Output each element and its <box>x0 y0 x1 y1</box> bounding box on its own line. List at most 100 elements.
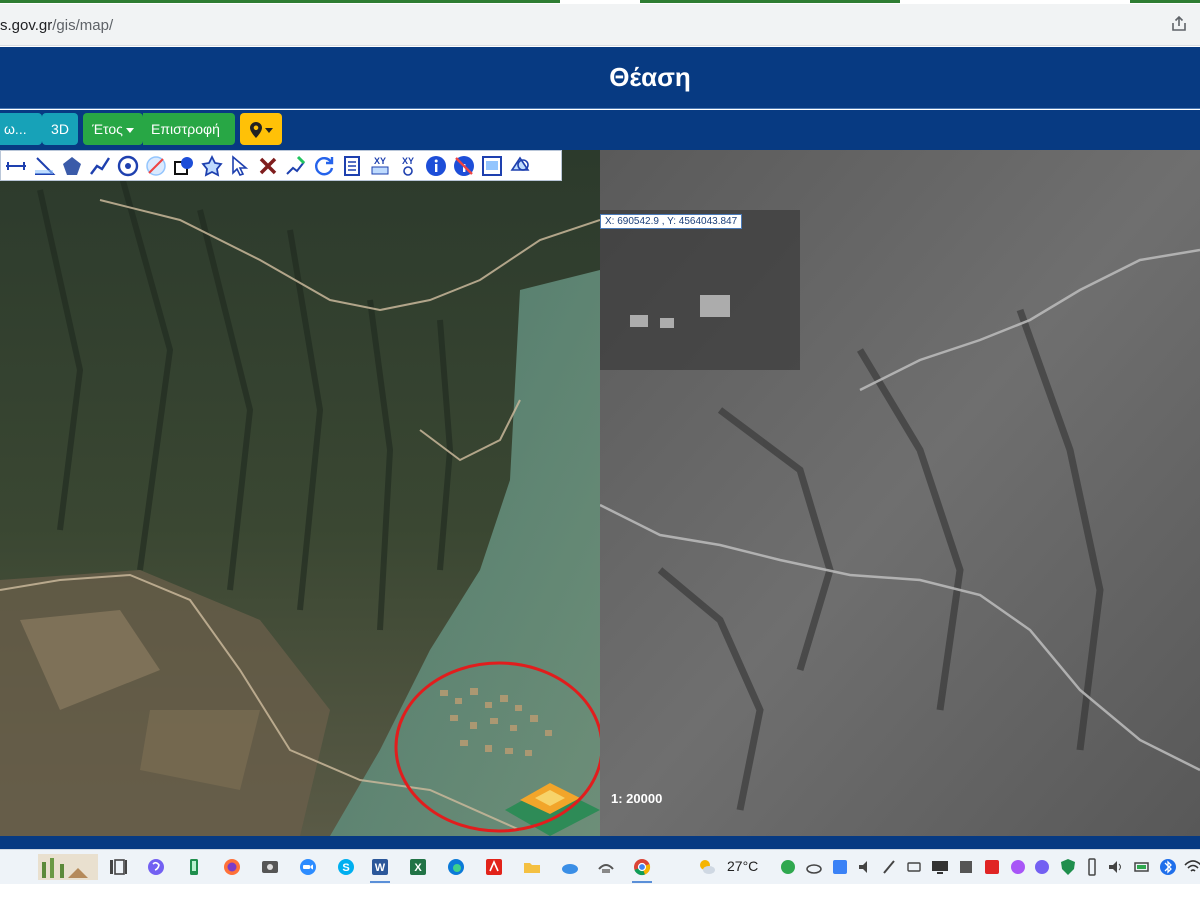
return-button[interactable]: Επιστροφή <box>143 113 235 145</box>
svg-text:S: S <box>342 862 349 874</box>
year-dropdown-label: Έτος <box>92 121 123 137</box>
chevron-down-icon <box>264 127 273 133</box>
address-bar[interactable]: s.gov.gr/gis/map/ <box>0 4 1200 46</box>
usb-device-icon[interactable] <box>956 857 976 877</box>
acrobat-icon[interactable] <box>484 857 504 877</box>
main-toolbar: ω... 3D Έτος Επιστροφή <box>0 110 1200 165</box>
document-tool[interactable] <box>339 153 365 179</box>
satellite-map-current[interactable] <box>0 150 600 836</box>
svg-text:XY: XY <box>374 156 386 166</box>
zoom-icon[interactable] <box>298 857 318 877</box>
polyline-icon <box>90 156 111 175</box>
measure-angle-icon <box>35 156 56 175</box>
document-icon <box>344 155 360 176</box>
3d-button-label: 3D <box>51 121 69 137</box>
return-button-label: Επιστροφή <box>151 121 220 137</box>
volume-icon[interactable] <box>856 857 876 877</box>
delete-icon <box>259 157 277 174</box>
drawing-tools-bar: XY XY <box>0 150 562 181</box>
weather-app-icon[interactable] <box>560 857 580 877</box>
3d-button[interactable]: 3D <box>42 113 78 145</box>
map-view[interactable] <box>0 150 1200 836</box>
app-header: Θέαση <box>0 47 1200 109</box>
page-title: Θέαση <box>609 62 691 92</box>
cloud-icon[interactable] <box>804 857 824 877</box>
antivirus-icon[interactable] <box>982 857 1002 877</box>
star-polygon-tool[interactable] <box>199 153 225 179</box>
usb-drive-icon[interactable] <box>1082 857 1102 877</box>
speaker-icon[interactable] <box>1106 857 1126 877</box>
erase-shape-tool[interactable] <box>143 153 169 179</box>
measure-angle-tool[interactable] <box>31 153 57 179</box>
circle-icon <box>117 155 139 176</box>
monitor-icon[interactable] <box>930 857 950 877</box>
xy-coordinates-icon: XY <box>371 156 389 174</box>
info-tool[interactable] <box>423 153 449 179</box>
chevron-down-icon <box>125 127 134 133</box>
circle-tool[interactable] <box>115 153 141 179</box>
firefox-icon[interactable] <box>222 857 242 877</box>
viber-tray-icon[interactable] <box>1032 857 1052 877</box>
battery-icon[interactable] <box>1132 857 1152 877</box>
edit-vertices-icon <box>286 155 306 175</box>
chrome-icon[interactable] <box>632 857 652 877</box>
historical-aerial-map[interactable] <box>600 150 1200 836</box>
view-mode-label: ω... <box>4 121 27 137</box>
layers-icon <box>510 156 530 171</box>
measure-distance-tool[interactable] <box>3 153 29 179</box>
polygon-tool[interactable] <box>59 153 85 179</box>
desktop-widget-icon[interactable] <box>38 854 98 880</box>
security-shield-icon[interactable] <box>1058 857 1078 877</box>
xy-coordinates-tool[interactable]: XY <box>367 153 393 179</box>
map-pin-icon <box>249 122 262 139</box>
layers-tool[interactable] <box>507 153 533 179</box>
url-domain: s.gov.gr <box>0 17 53 34</box>
edge-icon[interactable] <box>446 857 466 877</box>
print-tool[interactable] <box>479 153 505 179</box>
url-path: /gis/map/ <box>52 17 114 34</box>
location-dropdown[interactable] <box>240 113 282 145</box>
screen-edge <box>0 884 1200 900</box>
cursor-coordinates: X: 690542.9 , Y: 4564043.847 <box>600 214 743 229</box>
network-app-icon[interactable] <box>596 857 616 877</box>
map-scale: 1: 20000 <box>611 791 663 806</box>
xy-goto-tool[interactable]: XY <box>395 153 421 179</box>
svg-text:W: W <box>375 862 386 874</box>
xy-goto-icon: XY <box>402 156 414 176</box>
view-mode-dropdown[interactable]: ω... <box>0 113 42 165</box>
bluetooth-icon[interactable] <box>1158 857 1178 877</box>
map-footer-bar <box>0 836 1200 849</box>
task-view-icon[interactable] <box>108 857 128 877</box>
fill-shape-tool[interactable] <box>171 153 197 179</box>
windows-taskbar: S W X 27°C <box>0 849 1200 884</box>
polyline-tool[interactable] <box>87 153 113 179</box>
no-info-tool[interactable] <box>451 153 477 179</box>
word-icon[interactable]: W <box>370 857 390 877</box>
viber-icon[interactable] <box>146 857 166 877</box>
year-dropdown[interactable]: Έτος <box>83 113 143 145</box>
refresh-tool[interactable] <box>311 153 337 179</box>
delete-tool[interactable] <box>255 153 281 179</box>
file-explorer-icon[interactable] <box>522 857 542 877</box>
star-polygon-icon <box>201 154 223 177</box>
messenger-icon[interactable] <box>1008 857 1028 877</box>
excel-icon[interactable]: X <box>408 857 428 877</box>
tray-app-green-icon[interactable] <box>778 857 798 877</box>
skype-icon[interactable]: S <box>336 857 356 877</box>
weather-temperature[interactable]: 27°C <box>727 858 758 874</box>
phone-link-icon[interactable] <box>184 857 204 877</box>
share-icon[interactable] <box>1170 15 1188 33</box>
print-icon <box>482 155 502 176</box>
tray-app-blue-icon[interactable] <box>830 857 850 877</box>
select-arrow-icon <box>232 154 249 176</box>
meet-now-icon[interactable] <box>904 857 924 877</box>
svg-text:XY: XY <box>402 156 414 166</box>
select-arrow-tool[interactable] <box>227 153 253 179</box>
url-text[interactable]: s.gov.gr/gis/map/ <box>0 17 113 34</box>
weather-sun-cloud-icon[interactable] <box>697 857 717 877</box>
wifi-icon[interactable] <box>1183 857 1200 877</box>
pen-tray-icon[interactable] <box>880 857 900 877</box>
photos-icon[interactable] <box>260 857 280 877</box>
edit-vertices-tool[interactable] <box>283 153 309 179</box>
active-app-indicator <box>370 881 390 883</box>
